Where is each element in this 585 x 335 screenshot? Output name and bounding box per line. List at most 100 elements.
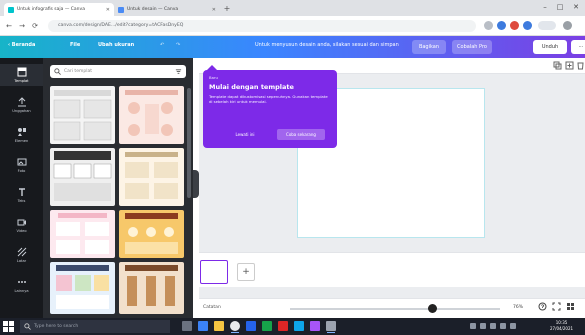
sidebar-item-more[interactable]: Lainnya (0, 274, 43, 296)
menu-icon[interactable] (563, 21, 572, 30)
sidebar-item-label: Elemen (14, 139, 29, 143)
redo-button[interactable]: ↷ (176, 42, 180, 48)
tray-chevron-icon[interactable] (470, 323, 476, 329)
tooltip-title: Mulai dengan template (209, 83, 294, 91)
grid-view-icon[interactable] (566, 302, 575, 311)
excel-icon[interactable] (262, 321, 272, 331)
minimize-button[interactable]: – (540, 2, 550, 12)
taskbar-search-input[interactable]: Type here to search (20, 320, 170, 333)
design-title[interactable]: Untuk menyusun desain anda, silakan sesu… (255, 42, 399, 48)
help-icon[interactable] (538, 302, 547, 311)
store-icon[interactable] (294, 321, 304, 331)
sidebar-item-text[interactable]: Teks (0, 184, 43, 206)
sidebar-item-video[interactable]: Video (0, 214, 43, 236)
clock-date: 27/04/2021 (550, 326, 574, 331)
app-icon[interactable] (310, 321, 320, 331)
notes-button[interactable]: Catatan (203, 305, 221, 310)
forward-button[interactable]: → (17, 21, 27, 31)
template-thumbnail[interactable] (119, 262, 184, 314)
profile-avatar[interactable] (538, 21, 556, 30)
file-explorer-icon[interactable] (214, 321, 224, 331)
fullscreen-icon[interactable] (552, 302, 561, 311)
back-button[interactable]: ← (4, 21, 14, 31)
file-menu[interactable]: File (70, 42, 80, 48)
sidebar-item-background[interactable]: Latar (0, 244, 43, 266)
tab-label: Untuk desain — Canva (127, 7, 179, 12)
app-header: ‹ Beranda File Ubah ukuran ↶ ↷ Untuk men… (0, 36, 585, 58)
template-thumbnail[interactable] (119, 148, 184, 206)
powerpoint-icon[interactable] (278, 321, 288, 331)
browser-tab-1[interactable]: Untuk infografis saja — Canva ✕ (4, 3, 114, 16)
extension-icon[interactable] (497, 21, 506, 30)
upload-icon (17, 97, 26, 107)
template-thumbnail[interactable] (50, 210, 115, 258)
elements-icon (17, 128, 26, 136)
star-icon[interactable] (484, 21, 493, 30)
os-taskbar: Type here to search 10:35 27/04/2021 (0, 318, 585, 335)
canva-favicon-icon (118, 6, 124, 13)
sidebar-item-elements[interactable]: Elemen (0, 124, 43, 146)
tooltip-skip-button[interactable]: Lewati ini (223, 129, 267, 140)
sidebar-item-label: Templat (14, 79, 29, 83)
copy-page-icon[interactable] (553, 61, 562, 70)
network-icon[interactable] (480, 323, 486, 329)
search-icon (24, 323, 31, 330)
filter-icon[interactable] (175, 68, 182, 75)
language-icon[interactable] (510, 323, 516, 329)
home-button[interactable]: ‹ Beranda (8, 42, 35, 48)
windows-start-icon[interactable] (3, 321, 14, 332)
template-thumbnail[interactable] (50, 262, 115, 314)
zoom-slider-track[interactable] (290, 308, 500, 310)
template-thumbnail[interactable] (50, 148, 115, 206)
maximize-button[interactable]: □ (555, 2, 565, 12)
delete-page-icon[interactable] (576, 61, 585, 70)
close-tab-icon[interactable]: ✕ (106, 7, 110, 13)
new-tab-button[interactable]: + (222, 4, 232, 14)
panel-scrollbar[interactable] (187, 88, 191, 198)
sidebar-item-uploads[interactable]: Unggahan (0, 94, 43, 116)
template-thumbnail[interactable] (50, 86, 115, 144)
extension-icon[interactable] (523, 21, 532, 30)
download-button[interactable]: Unduh (533, 40, 567, 54)
sidebar-item-label: Video (16, 229, 27, 233)
app-icon[interactable] (326, 321, 336, 333)
browser-tab-bar: Untuk infografis saja — Canva ✕ Untuk de… (0, 0, 585, 16)
zoom-slider-handle[interactable] (428, 304, 437, 313)
search-input[interactable]: Cari templat (50, 65, 186, 78)
add-page-button[interactable]: + (237, 263, 255, 281)
pages-strip (199, 252, 585, 287)
page-thumbnail[interactable] (200, 260, 228, 284)
sidebar-item-templates[interactable]: Templat (0, 64, 43, 86)
reload-button[interactable]: ⟳ (30, 21, 40, 31)
tooltip-try-button[interactable]: Coba sekarang (277, 129, 325, 140)
sidebar-item-label: Latar (16, 259, 27, 263)
browser-tab-2[interactable]: Untuk desain — Canva ✕ (114, 3, 220, 16)
close-tab-icon[interactable]: ✕ (212, 7, 216, 13)
resize-button[interactable]: Ubah ukuran (98, 42, 134, 48)
taskbar-clock[interactable]: 10:35 27/04/2021 (550, 320, 573, 332)
task-view-icon[interactable] (182, 321, 192, 331)
video-icon (17, 219, 26, 226)
templates-icon (17, 67, 26, 77)
background-icon (17, 247, 26, 257)
more-icon (17, 281, 26, 283)
add-page-icon[interactable] (565, 61, 574, 70)
chrome-icon[interactable] (230, 321, 240, 333)
url-input[interactable]: canva.com/design/DAE.../edit?category=tA… (48, 20, 476, 32)
try-pro-button[interactable]: Cobalah Pro (452, 40, 492, 54)
sidebar-item-photos[interactable]: Foto (0, 154, 43, 176)
template-thumbnail[interactable] (119, 86, 184, 144)
template-thumbnail[interactable] (119, 210, 184, 258)
edge-icon[interactable] (198, 321, 208, 331)
sidebar-item-label: Lainnya (14, 289, 29, 293)
word-icon[interactable] (246, 321, 256, 331)
share-button[interactable]: Bagikan (412, 40, 446, 54)
extension-icon[interactable] (510, 21, 519, 30)
zoom-level[interactable]: 76% (513, 305, 523, 310)
battery-icon[interactable] (500, 323, 506, 329)
undo-button[interactable]: ↶ (160, 42, 164, 48)
volume-icon[interactable] (490, 323, 496, 329)
close-window-button[interactable]: ✕ (571, 2, 581, 12)
more-options-button[interactable]: ⋯ (571, 40, 585, 54)
tab-label: Untuk infografis saja — Canva (17, 7, 85, 12)
